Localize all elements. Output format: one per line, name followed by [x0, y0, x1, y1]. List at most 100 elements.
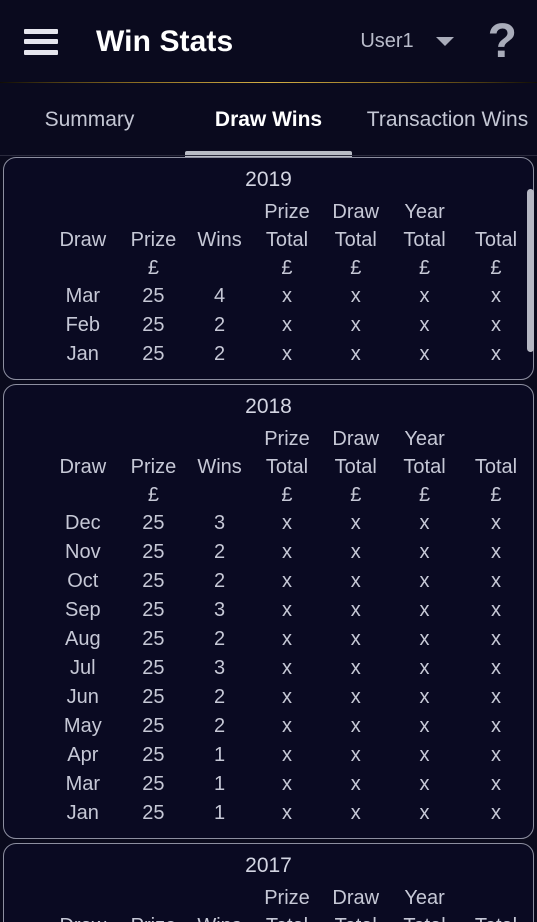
- cell-draw: Mar: [65, 285, 101, 307]
- table-row[interactable]: Nov 25 2 x x x x: [4, 538, 533, 567]
- hamburger-bar: [24, 39, 58, 44]
- scrollbar-thumb[interactable]: [527, 189, 534, 352]
- cell-draw-total: x: [350, 657, 361, 679]
- cell-wins: 2: [213, 314, 226, 336]
- cell-wins: 3: [213, 599, 226, 621]
- cell-wins: 2: [213, 343, 226, 365]
- table-row[interactable]: Mar 25 4 x x x x: [4, 282, 533, 311]
- cell-draw: Nov: [65, 541, 101, 563]
- table-row[interactable]: Jun 25 2 x x x x: [4, 683, 533, 712]
- col-header-total: Total £: [459, 884, 533, 922]
- cell-year-total: x: [419, 599, 430, 621]
- cell-draw-total: x: [350, 314, 361, 336]
- year-label: 2017: [245, 854, 292, 877]
- col-header-wins: Wins: [197, 456, 242, 478]
- cell-prize: 25: [142, 314, 165, 336]
- cell-prize-total: x: [281, 657, 292, 679]
- stats-table: Draw Prize £ Wins: [4, 425, 533, 828]
- table-row[interactable]: Sep 25 3 x x x x: [4, 596, 533, 625]
- table-row[interactable]: Mar 25 1 x x x x: [4, 770, 533, 799]
- col-header-prize: Prize £: [130, 229, 177, 279]
- table-row[interactable]: May 25 2 x x x x: [4, 712, 533, 741]
- col-header-year-total: Year Total £: [403, 201, 446, 279]
- tab-summary[interactable]: Summary: [0, 83, 179, 157]
- col-header-year-total: Year Total £: [403, 887, 445, 922]
- table-header-row: Draw Prize £ Wins: [4, 884, 533, 922]
- spacer-cell: [4, 654, 45, 683]
- spacer-cell: [4, 770, 45, 799]
- cell-wins: 2: [213, 715, 226, 737]
- stats-scroll-area[interactable]: 2019 Draw Prize £ Wins Prize Total £ Dra…: [0, 157, 537, 922]
- cell-draw-total: x: [350, 773, 361, 795]
- cell-year-total: x: [419, 744, 430, 766]
- cell-total: x: [490, 686, 501, 708]
- cell-draw: Jan: [66, 802, 99, 824]
- table-row[interactable]: Apr 25 1 x x x x: [4, 741, 533, 770]
- cell-wins: 3: [213, 657, 226, 679]
- app-header: Win Stats User1 ?: [0, 0, 537, 86]
- cell-wins: 3: [213, 512, 226, 534]
- cell-draw-total: x: [350, 570, 361, 592]
- col-header-draw: Draw: [59, 229, 107, 251]
- cell-year-total: x: [419, 314, 430, 336]
- table-row[interactable]: Aug 25 2 x x x x: [4, 625, 533, 654]
- cell-year-total: x: [419, 285, 430, 307]
- cell-prize-total: x: [281, 343, 292, 365]
- cell-total: x: [490, 599, 501, 621]
- cell-draw: Jul: [70, 657, 96, 679]
- cell-draw: Sep: [65, 599, 101, 621]
- chevron-down-icon[interactable]: [435, 37, 454, 46]
- table-row[interactable]: Jan 25 1 x x x x: [4, 799, 533, 828]
- cell-draw: Apr: [67, 744, 99, 766]
- col-header-draw-total: Draw Total £: [332, 887, 380, 922]
- help-icon[interactable]: ?: [488, 17, 517, 65]
- spacer-cell: [4, 683, 45, 712]
- tab-draw-wins[interactable]: Draw Wins: [179, 83, 358, 157]
- cell-wins: 4: [213, 285, 226, 307]
- cell-draw-total: x: [350, 343, 361, 365]
- table-row[interactable]: Jul 25 3 x x x x: [4, 654, 533, 683]
- col-header-prize: Prize £: [130, 456, 177, 506]
- cell-total: x: [490, 285, 501, 307]
- cell-draw: May: [63, 715, 102, 737]
- cell-total: x: [490, 343, 501, 365]
- stats-table: Draw Prize £ Wins: [4, 198, 533, 369]
- col-header-wins: Wins: [186, 884, 252, 922]
- cell-draw: Jan: [66, 343, 99, 365]
- cell-total: x: [490, 512, 501, 534]
- col-header-draw: Draw: [45, 884, 120, 922]
- spacer-cell: [4, 311, 45, 340]
- table-row[interactable]: Jan 25 2 x x x x: [4, 340, 533, 369]
- cell-prize-total: x: [281, 314, 292, 336]
- year-label: 2018: [245, 395, 292, 418]
- cell-prize: 25: [142, 285, 165, 307]
- cell-year-total: x: [419, 628, 430, 650]
- cell-year-total: x: [419, 541, 430, 563]
- hamburger-icon[interactable]: [24, 28, 58, 55]
- cell-wins: 1: [213, 773, 226, 795]
- table-row[interactable]: Dec 25 3 x x x x: [4, 509, 533, 538]
- user-selector[interactable]: User1: [360, 30, 454, 53]
- cell-year-total: x: [419, 657, 430, 679]
- cell-total: x: [490, 802, 501, 824]
- table-row[interactable]: Feb 25 2 x x x x: [4, 311, 533, 340]
- cell-wins: 2: [213, 541, 226, 563]
- tab-transaction-wins[interactable]: Transaction Wins: [358, 83, 537, 157]
- cell-total: x: [490, 715, 501, 737]
- cell-prize: 25: [142, 512, 165, 534]
- scrollbar[interactable]: [527, 157, 536, 922]
- cell-draw-total: x: [350, 599, 361, 621]
- spacer-cell: [4, 884, 45, 922]
- cell-prize: 25: [142, 343, 165, 365]
- cell-total: x: [490, 541, 501, 563]
- col-header-prize: Prize £: [120, 884, 186, 922]
- cell-prize-total: x: [281, 285, 292, 307]
- cell-prize-total: x: [281, 715, 292, 737]
- cell-draw-total: x: [350, 686, 361, 708]
- table-row[interactable]: Oct 25 2 x x x x: [4, 567, 533, 596]
- spacer-cell: [4, 425, 45, 509]
- cell-prize: 25: [142, 657, 165, 679]
- cell-prize-total: x: [281, 628, 292, 650]
- stats-table: Draw Prize £ Wins: [4, 884, 533, 922]
- cell-prize: 25: [142, 715, 165, 737]
